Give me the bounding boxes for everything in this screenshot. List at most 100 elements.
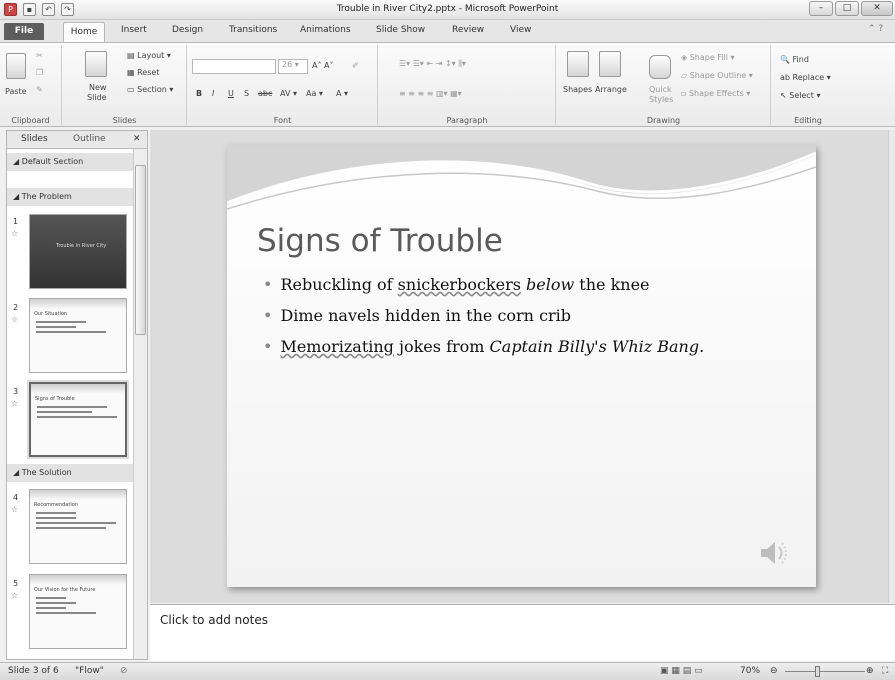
- notes-placeholder[interactable]: Click to add notes: [160, 613, 268, 627]
- thumbnail-title: Trouble in River City: [56, 243, 107, 249]
- section-header[interactable]: ◢ Default Section: [7, 153, 133, 171]
- quick-styles-label-2[interactable]: Styles: [649, 95, 673, 104]
- select-button[interactable]: ↖ Select ▾: [780, 91, 821, 100]
- slide-thumbnail[interactable]: Trouble in River City: [29, 214, 127, 289]
- paste-icon[interactable]: [6, 53, 26, 79]
- cut-icon[interactable]: ✂: [36, 51, 43, 60]
- copy-icon[interactable]: ❐: [36, 68, 43, 77]
- slide-title[interactable]: Signs of Trouble: [257, 223, 503, 259]
- shapes-button[interactable]: Shapes: [563, 85, 592, 94]
- drawing-label: Drawing: [646, 116, 681, 125]
- slide-number: 3: [13, 387, 19, 396]
- thumbnail-title: Our Vision for the Future: [34, 587, 96, 593]
- arrange-icon[interactable]: [599, 51, 621, 77]
- slide-thumbnail[interactable]: Our Situation: [29, 298, 127, 373]
- zoom-slider[interactable]: [785, 671, 865, 672]
- new-slide-label-2[interactable]: Slide: [87, 93, 107, 102]
- theme-name: "Flow": [75, 666, 104, 676]
- slide-thumbnail[interactable]: Our Vision for the Future: [29, 574, 127, 649]
- shadow-icon[interactable]: S: [244, 89, 249, 98]
- font-size-field[interactable]: 26 ▾: [278, 59, 308, 74]
- grow-font-icon[interactable]: A˄ A˅: [312, 61, 334, 70]
- slide-thumbnail[interactable]: Recommendation: [29, 489, 127, 564]
- ribbon-tabs: File Home Insert Design Transitions Anim…: [0, 20, 895, 43]
- shape-effects-button[interactable]: ▫ Shape Effects ▾: [681, 89, 750, 98]
- quick-styles-label[interactable]: Quick: [649, 85, 672, 94]
- change-case-icon[interactable]: Aa ▾: [306, 89, 323, 98]
- align-icon[interactable]: ≡ ≡ ≡ ≡ ▥▾ ▦▾: [399, 89, 462, 98]
- panel-tabs: Slides Outline ✕: [7, 131, 147, 149]
- underline-icon[interactable]: U: [228, 89, 234, 98]
- find-button[interactable]: 🔍 Find: [780, 55, 809, 64]
- zoom-out-icon[interactable]: ⊖: [770, 666, 778, 676]
- tab-design[interactable]: Design: [172, 25, 203, 35]
- slide-number: 2: [13, 303, 19, 312]
- bullets-icon[interactable]: ☰▾ ☰▾ ⇤ ⇥ ↕▾ ⫼▾: [399, 59, 466, 69]
- bullet-item[interactable]: • Rebuckling of snickerbockers below the …: [263, 275, 650, 294]
- arrange-button[interactable]: Arrange: [595, 85, 627, 94]
- shape-outline-button[interactable]: ▱ Shape Outline ▾: [681, 71, 753, 80]
- bullet-item[interactable]: • Dime navels hidden in the corn crib: [263, 306, 571, 325]
- spelling-icon[interactable]: ⊘: [120, 666, 128, 676]
- maximize-button[interactable]: □: [835, 1, 859, 16]
- layout-button[interactable]: ▤ Layout ▾: [127, 51, 171, 60]
- tab-file[interactable]: File: [4, 23, 44, 40]
- italic-icon[interactable]: I: [212, 89, 214, 98]
- tab-home[interactable]: Home: [63, 22, 105, 43]
- slide-counter: Slide 3 of 6: [8, 666, 59, 676]
- tab-slides[interactable]: Slides: [21, 134, 48, 144]
- spacing-icon[interactable]: AV ▾: [280, 89, 297, 98]
- title-bar: P ▪ ↶ ↷ Trouble in River City2.pptx - Mi…: [0, 0, 895, 20]
- shape-fill-button[interactable]: ◈ Shape Fill ▾: [681, 53, 735, 62]
- transition-icon: ☆: [11, 505, 19, 514]
- fit-to-window-icon[interactable]: ⛶: [882, 666, 888, 676]
- clear-format-icon[interactable]: ✐: [352, 61, 359, 70]
- panel-scrollbar[interactable]: [133, 149, 147, 659]
- scrollbar-thumb[interactable]: [135, 165, 146, 335]
- shapes-icon[interactable]: [567, 51, 589, 77]
- quick-styles-icon[interactable]: [649, 55, 671, 79]
- zoom-slider-thumb[interactable]: [815, 666, 820, 677]
- bullet-item[interactable]: • Memorizating jokes from Captain Billy's…: [263, 337, 704, 356]
- minimize-button[interactable]: –: [809, 1, 833, 16]
- tab-slide-show[interactable]: Slide Show: [376, 25, 425, 35]
- main-scrollbar[interactable]: [888, 130, 895, 603]
- notes-pane[interactable]: Click to add notes: [150, 604, 895, 661]
- clipboard-label: Clipboard: [11, 116, 50, 125]
- clipboard-group: Paste ✂ ❐ ✎ Clipboard: [0, 45, 62, 125]
- close-panel-icon[interactable]: ✕: [133, 134, 141, 144]
- paragraph-label: Paragraph: [446, 116, 488, 125]
- slide-thumbnail-selected[interactable]: Signs of Trouble: [29, 382, 127, 457]
- bold-icon[interactable]: B: [196, 89, 202, 98]
- tab-review[interactable]: Review: [452, 25, 484, 35]
- slide-number: 4: [13, 493, 19, 502]
- strikethrough-icon[interactable]: abc: [258, 89, 272, 98]
- font-name-field[interactable]: [192, 59, 276, 74]
- zoom-level[interactable]: 70%: [740, 666, 760, 676]
- editing-group: 🔍 Find ab Replace ▾ ↖ Select ▾ Editing: [772, 45, 844, 125]
- section-header[interactable]: ◢ The Solution: [7, 464, 133, 482]
- tab-view[interactable]: View: [510, 25, 531, 35]
- paste-button[interactable]: Paste: [5, 87, 27, 96]
- font-label: Font: [273, 116, 292, 125]
- tab-animations[interactable]: Animations: [300, 25, 351, 35]
- section-button[interactable]: ▭ Section ▾: [127, 85, 173, 94]
- new-slide-label[interactable]: New: [89, 83, 106, 92]
- replace-button[interactable]: ab Replace ▾: [780, 73, 831, 82]
- tab-outline[interactable]: Outline: [73, 134, 106, 144]
- help-icon[interactable]: ⌃ ?: [868, 24, 883, 34]
- reset-button[interactable]: ▦ Reset: [127, 68, 159, 77]
- font-color-icon[interactable]: A ▾: [336, 89, 348, 98]
- speaker-icon[interactable]: [757, 535, 793, 571]
- view-buttons[interactable]: ▣ ▦ ▤ ▭: [660, 666, 703, 676]
- thumbnail-title: Our Situation: [34, 311, 68, 317]
- slide-canvas[interactable]: Signs of Trouble • Rebuckling of snickerb…: [227, 145, 816, 587]
- tab-insert[interactable]: Insert: [121, 25, 147, 35]
- tab-transitions[interactable]: Transitions: [229, 25, 277, 35]
- format-painter-icon[interactable]: ✎: [36, 85, 43, 94]
- new-slide-icon[interactable]: [85, 51, 107, 77]
- section-header[interactable]: ◢ The Problem: [7, 188, 133, 206]
- close-button[interactable]: ✕: [861, 1, 893, 16]
- zoom-in-icon[interactable]: ⊕: [866, 666, 874, 676]
- drawing-group: Shapes Arrange Quick Styles ◈ Shape Fill…: [557, 45, 771, 125]
